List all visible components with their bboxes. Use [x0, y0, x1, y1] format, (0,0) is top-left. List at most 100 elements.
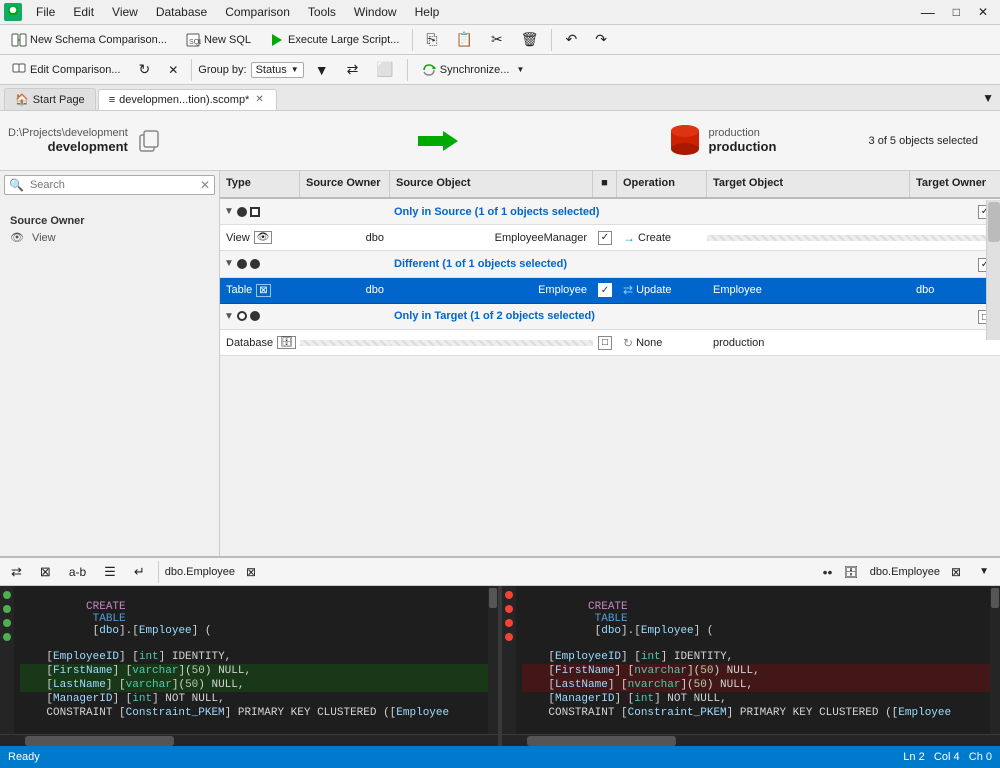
synchronize-button[interactable]: Synchronize... ▼ — [414, 59, 532, 81]
code-line-1-left: CREATE TABLE [dbo].[Employee] ( — [20, 588, 494, 650]
view-table-btn[interactable]: ⊠ — [33, 561, 58, 583]
compare-btn[interactable]: ⇄ — [4, 561, 29, 583]
header-target-owner: Target Owner — [910, 171, 1000, 197]
right-panel-grid-btn[interactable]: ⊠ — [944, 562, 968, 582]
bracket-1: [ — [86, 625, 99, 637]
menu-file[interactable]: File — [28, 3, 63, 21]
row-checkbox-view[interactable]: ✓ — [593, 229, 617, 247]
bracket-2r: ].[ — [621, 625, 641, 637]
close-button[interactable]: ✕ — [970, 3, 996, 21]
bracket-1r: [ — [588, 625, 601, 637]
row-database[interactable]: Database 🗄 □ ↻ None production — [220, 330, 1000, 356]
new-sql-button[interactable]: SQL New SQL — [178, 29, 258, 51]
expand-button[interactable]: ⬜ — [369, 58, 400, 81]
menu-window[interactable]: Window — [346, 3, 405, 21]
checkbox-db[interactable]: □ — [598, 336, 612, 350]
restore-button[interactable]: □ — [945, 3, 968, 21]
search-clear-button[interactable]: ✕ — [196, 176, 214, 194]
expand-target-icon: ▼ — [224, 311, 234, 322]
code-line-4-right: [LastName] [nvarchar](50) NULL, — [522, 678, 996, 692]
left-panel-icon-btn[interactable]: ⊠ — [239, 562, 263, 582]
scrollbar-thumb[interactable] — [988, 202, 1000, 242]
menu-edit[interactable]: Edit — [65, 3, 102, 21]
left-scroll-thumb[interactable] — [489, 588, 497, 608]
separator-2 — [551, 29, 552, 51]
checkbox-view[interactable]: ✓ — [598, 231, 612, 245]
update-arrow-icon: ⇄ — [623, 283, 633, 297]
delete-button[interactable]: 🗑 — [514, 28, 546, 51]
close-comparison-button[interactable]: ✕ — [161, 60, 185, 80]
bracket-3r: ] ( — [694, 625, 714, 637]
view-icon: 👁 — [10, 231, 24, 244]
tab-dropdown-button[interactable]: ▼ — [980, 89, 996, 107]
group-source-expand[interactable]: ▼ — [220, 203, 390, 220]
search-box[interactable]: 🔍 ✕ — [4, 175, 215, 195]
edit-comparison-button[interactable]: Edit Comparison... — [4, 59, 127, 81]
group-target-title: Only in Target (1 of 2 objects selected) — [394, 310, 595, 322]
left-hscroll-thumb[interactable] — [25, 736, 174, 746]
filter-bottom-btn[interactable]: ↵ — [127, 561, 152, 583]
tab-close-button[interactable]: ✕ — [253, 94, 265, 105]
row-checkbox-table[interactable]: ✓ — [593, 281, 617, 299]
row-source-owner-table: dbo — [300, 281, 390, 299]
group-target-title-cell: Only in Target (1 of 2 objects selected)… — [390, 304, 1000, 330]
refresh-icon: ↻ — [138, 61, 150, 78]
menu-view[interactable]: View — [104, 3, 146, 21]
right-code-panel[interactable]: CREATE TABLE [dbo].[Employee] ( [Employe… — [502, 586, 1000, 734]
group-target-expand[interactable]: ▼ — [220, 308, 390, 325]
separator-bottom — [158, 561, 159, 583]
group-only-in-target[interactable]: ▼ Only in Target (1 of 2 objects selecte… — [220, 304, 1000, 331]
cut-button[interactable]: ✂ — [484, 28, 510, 51]
left-hscroll[interactable] — [0, 735, 502, 746]
tab-comparison[interactable]: ≡ developmen...tion).scomp* ✕ — [98, 89, 277, 110]
grid-scrollbar[interactable] — [986, 200, 1000, 340]
filter-button[interactable]: ▼ — [308, 59, 336, 81]
paste-button[interactable]: 📋 — [449, 28, 480, 51]
minimize-button[interactable]: — — [913, 2, 943, 22]
right-hscroll-thumb[interactable] — [527, 736, 676, 746]
right-hscroll[interactable] — [502, 735, 1000, 746]
menu-tools[interactable]: Tools — [300, 3, 344, 21]
group-by-dropdown[interactable]: Status ▼ — [251, 62, 304, 78]
menu-comparison[interactable]: Comparison — [217, 3, 298, 21]
menu-help[interactable]: Help — [407, 3, 448, 21]
replace-btn[interactable]: a-b — [62, 562, 93, 582]
new-schema-icon — [11, 32, 27, 48]
group-different[interactable]: ▼ Different (1 of 1 objects selected) ✓ — [220, 251, 1000, 278]
row-checkbox-db[interactable]: □ — [593, 334, 617, 352]
execute-large-script-button[interactable]: Execute Large Script... — [262, 29, 406, 51]
group-only-in-source[interactable]: ▼ Only in Source (1 of 1 objects selecte… — [220, 199, 1000, 225]
redo-button[interactable]: ↷ — [588, 28, 614, 51]
right-scroll-thumb[interactable] — [991, 588, 999, 608]
database-type-label: Database — [226, 337, 273, 349]
tab-start-page[interactable]: 🏠 Start Page — [4, 88, 96, 110]
menu-database[interactable]: Database — [148, 3, 215, 21]
left-panel-item-view[interactable]: 👁 View — [10, 231, 209, 244]
source-owner-label: Source Owner — [10, 215, 209, 227]
group-different-expand[interactable]: ▼ — [220, 255, 390, 272]
left-code-scrollbar[interactable] — [488, 586, 498, 734]
ident-firstname-r: FirstName — [555, 665, 614, 677]
undo-button[interactable]: ↶ — [558, 28, 584, 51]
checkbox-table[interactable]: ✓ — [598, 283, 612, 297]
start-page-icon: 🏠 — [15, 93, 29, 106]
ident-mgrid-r: ManagerID — [555, 693, 614, 705]
indicator-green-4 — [3, 633, 11, 641]
right-panel-icon-btn[interactable]: 🗄 — [836, 562, 865, 582]
right-code-scrollbar[interactable] — [990, 586, 1000, 734]
list-btn[interactable]: ☰ — [97, 561, 123, 583]
row-employeemanager[interactable]: View 👁 dbo EmployeeManager ✓ → Create — [220, 225, 1000, 251]
copy-button[interactable]: ⎘ — [419, 28, 444, 51]
right-panel-menu-btn[interactable]: ▼ — [972, 563, 996, 580]
header-operation: Operation — [617, 171, 707, 197]
search-input[interactable] — [28, 177, 196, 193]
ident-dbo: dbo — [99, 625, 119, 637]
bullet-half-1 — [250, 207, 260, 217]
left-code-panel[interactable]: CREATE TABLE [dbo].[Employee] ( [Employe… — [0, 586, 502, 734]
header-source-owner: Source Owner — [300, 171, 390, 197]
row-employee[interactable]: Table ⊠ dbo Employee ✓ ⇄ Update Employee… — [220, 278, 1000, 304]
new-schema-comparison-button[interactable]: New Schema Comparison... — [4, 29, 174, 51]
new-schema-comparison-label: New Schema Comparison... — [30, 34, 167, 46]
refresh-button[interactable]: ↻ — [131, 58, 157, 81]
swap-button[interactable]: ⇄ — [340, 58, 366, 81]
